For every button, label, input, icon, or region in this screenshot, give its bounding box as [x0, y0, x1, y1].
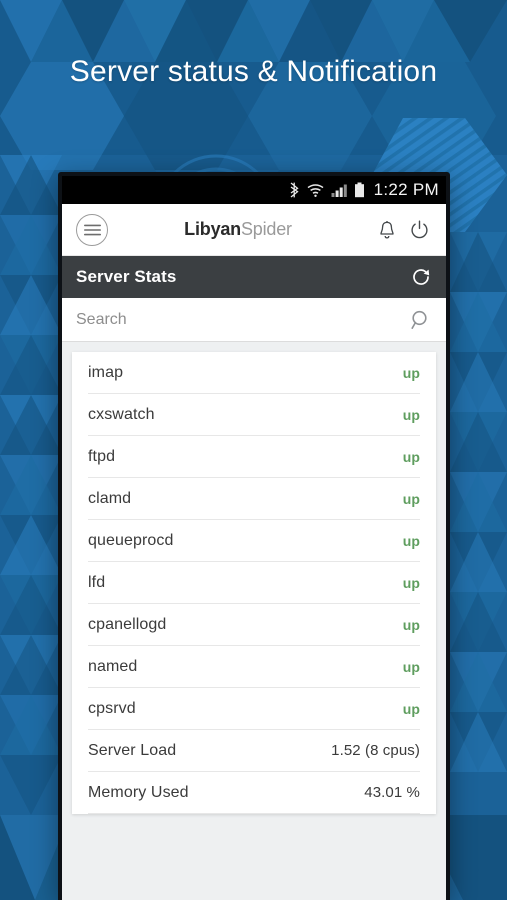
stats-row-label: cpanellogd [88, 615, 167, 633]
stats-row[interactable]: Memory Used 43.01 % [88, 772, 420, 814]
brand-logo: LibyanSpider [108, 219, 368, 240]
status-badge: up [402, 448, 420, 465]
stats-row[interactable]: cxswatch up [88, 394, 420, 436]
stats-row-label: Memory Used [88, 783, 189, 801]
status-badge: up [402, 406, 420, 423]
brand-secondary: Spider [240, 219, 292, 239]
stats-row[interactable]: lfd up [88, 562, 420, 604]
app-header: LibyanSpider [62, 204, 446, 256]
status-badge: up [402, 658, 420, 675]
status-bar-clock: 1:22 PM [373, 180, 439, 199]
search-bar [62, 298, 446, 342]
status-badge: up [402, 616, 420, 633]
stats-row-value: 1.52 (8 cpus) [331, 742, 420, 759]
search-input[interactable] [76, 310, 410, 329]
stats-list-card: imap up cxswatch up ftpd up clamd up queueprocd u… [72, 352, 436, 814]
section-bar: Server Stats [62, 256, 446, 298]
android-status-bar: 1:22 PM [62, 176, 446, 204]
status-badge: up [402, 574, 420, 591]
stats-row-label: imap [88, 363, 124, 381]
hamburger-menu-icon[interactable] [76, 213, 108, 246]
status-badge: up [402, 700, 420, 717]
battery-icon [354, 182, 365, 198]
stats-row-label: lfd [88, 573, 106, 591]
stats-row[interactable]: cpanellogd up [88, 604, 420, 646]
stats-row[interactable]: imap up [88, 352, 420, 394]
stats-row[interactable]: cpsrvd up [88, 688, 420, 730]
stats-row-label: queueprocd [88, 531, 174, 549]
power-icon[interactable] [406, 215, 432, 245]
stats-row-label: cxswatch [88, 405, 155, 423]
status-badge: up [402, 490, 420, 507]
status-badge: up [402, 532, 420, 549]
bell-icon[interactable] [374, 215, 400, 245]
stats-row[interactable]: named up [88, 646, 420, 688]
stats-row-label: cpsrvd [88, 699, 136, 717]
stats-row[interactable]: ftpd up [88, 436, 420, 478]
phone-mockup: 1:22 PM LibyanSpider Server Stats Search… [58, 172, 450, 900]
stats-row-label: ftpd [88, 447, 116, 465]
stats-row[interactable]: clamd up [88, 478, 420, 520]
stats-row[interactable]: Server Load 1.52 (8 cpus) [88, 730, 420, 772]
wifi-icon [307, 183, 324, 198]
promo-title: Server status & Notification [69, 55, 438, 88]
brand-primary: Libyan [184, 219, 241, 239]
cellular-signal-icon [331, 183, 347, 198]
stats-row[interactable]: queueprocd up [88, 520, 420, 562]
stats-row-label: named [88, 657, 138, 675]
bluetooth-icon [289, 182, 300, 198]
stats-list-container: imap up cxswatch up ftpd up clamd up queueprocd u… [62, 342, 446, 824]
page-title: Server Stats [76, 267, 177, 286]
refresh-icon[interactable] [410, 266, 432, 288]
search-icon[interactable] [410, 309, 432, 331]
status-badge: up [402, 364, 420, 381]
phone-screen: 1:22 PM LibyanSpider Server Stats Search… [62, 176, 446, 900]
stats-row-label: clamd [88, 489, 132, 507]
stats-row-label: Server Load [88, 741, 177, 759]
stats-row-value: 43.01 % [364, 784, 420, 801]
